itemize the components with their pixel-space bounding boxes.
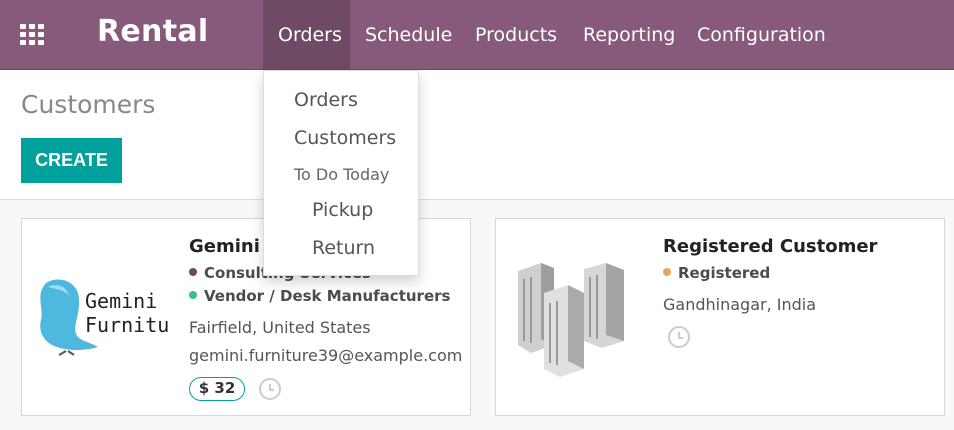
dropdown-item-customers[interactable]: Customers bbox=[294, 127, 396, 149]
tag-dot bbox=[663, 268, 671, 276]
building-icon bbox=[518, 263, 624, 377]
app-brand[interactable]: Rental bbox=[97, 14, 208, 49]
svg-text:Furniture: Furniture bbox=[85, 313, 170, 337]
customer-location: Fairfield, United States bbox=[189, 318, 371, 337]
create-button[interactable]: CREATE bbox=[21, 138, 122, 183]
tag-dot bbox=[189, 291, 197, 299]
menu-reporting[interactable]: Reporting bbox=[568, 0, 690, 70]
dropdown-item-orders[interactable]: Orders bbox=[294, 89, 358, 111]
tag-dot bbox=[189, 268, 197, 276]
customer-card-registered[interactable]: Registered Customer Registered Gandhinag… bbox=[495, 218, 945, 416]
menu-configuration[interactable]: Configuration bbox=[682, 0, 841, 70]
orders-dropdown-menu: Orders Customers To Do Today Pickup Retu… bbox=[263, 70, 419, 276]
dropdown-item-pickup[interactable]: Pickup bbox=[312, 199, 373, 221]
dropdown-section-header: To Do Today bbox=[294, 165, 390, 184]
control-panel: Customers CREATE bbox=[0, 70, 954, 200]
page-title: Customers bbox=[21, 90, 156, 119]
menu-products[interactable]: Products bbox=[460, 0, 572, 70]
customer-tag: Vendor / Desk Manufacturers bbox=[189, 287, 450, 305]
customer-email: gemini.furniture39@example.com bbox=[189, 346, 463, 365]
customer-name[interactable]: Registered Customer bbox=[663, 236, 877, 257]
clock-icon[interactable] bbox=[259, 378, 281, 400]
menu-orders[interactable]: Orders bbox=[263, 0, 350, 70]
menu-schedule[interactable]: Schedule bbox=[350, 0, 467, 70]
gemini-logo: Gemini Furniture bbox=[40, 279, 170, 356]
price-badge: $ 32 bbox=[189, 377, 245, 401]
grid-icon[interactable] bbox=[20, 24, 48, 46]
customer-tag: Registered bbox=[663, 264, 770, 282]
customer-location: Gandhinagar, India bbox=[663, 295, 817, 314]
clock-icon[interactable] bbox=[668, 326, 690, 348]
top-navbar: Rental Orders Schedule Products Reportin… bbox=[0, 0, 954, 70]
dropdown-item-return[interactable]: Return bbox=[312, 237, 375, 259]
svg-text:Gemini: Gemini bbox=[85, 289, 157, 313]
